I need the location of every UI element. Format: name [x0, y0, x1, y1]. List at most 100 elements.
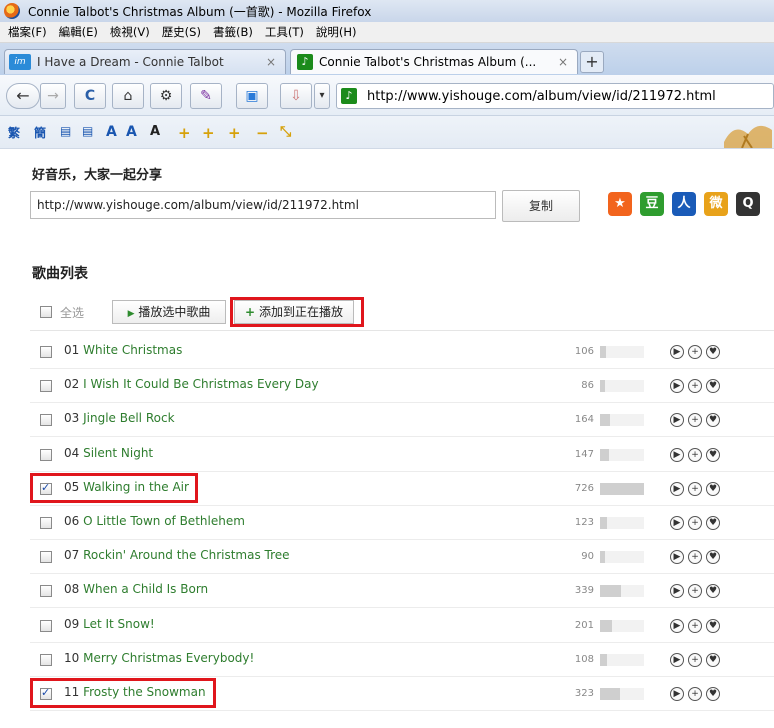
song-checkbox[interactable] — [40, 585, 52, 597]
add-circle-icon[interactable]: + — [688, 448, 702, 462]
song-checkbox[interactable] — [40, 346, 52, 358]
favorite-circle-icon[interactable]: ♥ — [706, 448, 720, 462]
play-circle-icon[interactable]: ▶ — [670, 687, 684, 701]
simplified-chinese-icon[interactable]: 簡 — [34, 124, 46, 141]
font-increase-icon[interactable]: A — [106, 124, 117, 140]
favorite-circle-icon[interactable]: ♥ — [706, 482, 720, 496]
traditional-chinese-icon[interactable]: 繁 — [8, 124, 20, 141]
play-circle-icon[interactable]: ▶ — [670, 584, 684, 598]
share-url-field[interactable]: http://www.yishouge.com/album/view/id/21… — [30, 191, 496, 219]
back-button[interactable]: ← — [6, 83, 40, 109]
menu-file[interactable]: 檔案(F) — [8, 24, 47, 40]
song-title-link[interactable]: 07 Rockin' Around the Christmas Tree — [64, 548, 290, 562]
menu-view[interactable]: 檢視(V) — [110, 24, 150, 40]
tab-christmas-album[interactable]: ♪ Connie Talbot's Christmas Album (... × — [290, 49, 578, 74]
star-share-icon[interactable]: ★ — [608, 192, 632, 216]
tab-close-icon[interactable]: × — [263, 55, 279, 69]
song-checkbox[interactable] — [40, 551, 52, 563]
song-title-link[interactable]: 03 Jingle Bell Rock — [64, 411, 175, 425]
play-selected-button[interactable]: ▶ 播放选中歌曲 — [112, 300, 226, 324]
song-title-link[interactable]: 02 I Wish It Could Be Christmas Every Da… — [64, 377, 319, 391]
screenshot-icon[interactable]: ▣ — [236, 83, 268, 109]
fullscreen-icon[interactable]: ⤡ — [280, 124, 291, 140]
song-checkbox[interactable] — [40, 517, 52, 529]
song-title-link[interactable]: 04 Silent Night — [64, 446, 153, 460]
play-circle-icon[interactable]: ▶ — [670, 413, 684, 427]
play-circle-icon[interactable]: ▶ — [670, 516, 684, 530]
play-circle-icon[interactable]: ▶ — [670, 482, 684, 496]
add-circle-icon[interactable]: + — [688, 653, 702, 667]
menu-history[interactable]: 歷史(S) — [162, 24, 201, 40]
weibo-icon[interactable]: 微 — [704, 192, 728, 216]
song-checkbox[interactable] — [40, 414, 52, 426]
add-circle-icon[interactable]: + — [688, 413, 702, 427]
page-icon-2[interactable]: ▤ — [82, 124, 93, 138]
song-title: White Christmas — [83, 343, 183, 357]
home-button[interactable]: ⌂ — [112, 83, 144, 109]
favorite-circle-icon[interactable]: ♥ — [706, 653, 720, 667]
add-circle-icon[interactable]: + — [688, 550, 702, 564]
addon-icon[interactable]: ⚙ — [150, 83, 182, 109]
song-title-link[interactable]: 01 White Christmas — [64, 343, 182, 357]
menu-edit[interactable]: 編輯(E) — [59, 24, 98, 40]
reload-button[interactable]: C — [74, 83, 106, 109]
add-circle-icon[interactable]: + — [688, 619, 702, 633]
song-title-link[interactable]: 10 Merry Christmas Everybody! — [64, 651, 254, 665]
tab-i-have-a-dream[interactable]: im I Have a Dream - Connie Talbot × — [4, 49, 286, 74]
douban-icon[interactable]: 豆 — [640, 192, 664, 216]
select-all-checkbox[interactable] — [40, 306, 52, 318]
popularity-bar — [600, 449, 644, 461]
add-circle-icon[interactable]: + — [688, 345, 702, 359]
add-circle-icon[interactable]: + — [688, 516, 702, 530]
copy-button[interactable]: 复制 — [502, 190, 580, 222]
favorite-circle-icon[interactable]: ♥ — [706, 584, 720, 598]
font-reset-icon[interactable]: A — [150, 124, 160, 139]
qq-icon[interactable]: Q — [736, 192, 760, 216]
popularity-bar — [600, 654, 644, 666]
song-checkbox[interactable] — [40, 449, 52, 461]
favorite-circle-icon[interactable]: ♥ — [706, 550, 720, 564]
add-circle-icon[interactable]: + — [688, 687, 702, 701]
play-circle-icon[interactable]: ▶ — [670, 345, 684, 359]
zoom-in-s-icon[interactable]: + — [228, 124, 241, 142]
play-circle-icon[interactable]: ▶ — [670, 550, 684, 564]
url-text[interactable]: http://www.yishouge.com/album/view/id/21… — [367, 89, 716, 104]
menu-tools[interactable]: 工具(T) — [265, 24, 304, 40]
tab-close-icon[interactable]: × — [555, 55, 571, 69]
zoom-out-icon[interactable]: − — [256, 124, 269, 142]
song-title-link[interactable]: 09 Let It Snow! — [64, 617, 155, 631]
song-row: 04 Silent Night 147 ▶ + ♥ — [30, 437, 774, 472]
add-circle-icon[interactable]: + — [688, 482, 702, 496]
play-circle-icon[interactable]: ▶ — [670, 619, 684, 633]
font-decrease-icon[interactable]: A — [126, 124, 137, 140]
play-circle-icon[interactable]: ▶ — [670, 653, 684, 667]
song-checkbox[interactable] — [40, 380, 52, 392]
song-title-link[interactable]: 06 O Little Town of Bethlehem — [64, 514, 245, 528]
favorite-circle-icon[interactable]: ♥ — [706, 687, 720, 701]
paint-icon[interactable]: ✎ — [190, 83, 222, 109]
favorite-circle-icon[interactable]: ♥ — [706, 345, 720, 359]
song-checkbox[interactable] — [40, 654, 52, 666]
new-tab-button[interactable]: + — [580, 51, 604, 73]
menu-help[interactable]: 說明(H) — [316, 24, 357, 40]
favorite-circle-icon[interactable]: ♥ — [706, 413, 720, 427]
add-circle-icon[interactable]: + — [688, 584, 702, 598]
zoom-in-t-icon[interactable]: + — [202, 124, 215, 142]
zoom-in-icon[interactable]: + — [178, 124, 191, 142]
address-bar[interactable]: ♪ http://www.yishouge.com/album/view/id/… — [336, 83, 774, 109]
renren-icon[interactable]: 人 — [672, 192, 696, 216]
favorite-circle-icon[interactable]: ♥ — [706, 516, 720, 530]
play-circle-icon[interactable]: ▶ — [670, 379, 684, 393]
song-checkbox[interactable] — [40, 620, 52, 632]
song-title-link[interactable]: 08 When a Child Is Born — [64, 582, 208, 596]
page-icon[interactable]: ▤ — [60, 124, 71, 138]
menu-bookmarks[interactable]: 書籤(B) — [213, 24, 253, 40]
play-circle-icon[interactable]: ▶ — [670, 448, 684, 462]
add-circle-icon[interactable]: + — [688, 379, 702, 393]
dropdown-chevron-icon[interactable]: ▾ — [314, 83, 330, 109]
favorite-circle-icon[interactable]: ♥ — [706, 619, 720, 633]
song-row: 10 Merry Christmas Everybody! 108 ▶ + ♥ — [30, 642, 774, 677]
forward-button[interactable]: → — [40, 83, 66, 109]
download-icon[interactable]: ⇩ — [280, 83, 312, 109]
favorite-circle-icon[interactable]: ♥ — [706, 379, 720, 393]
